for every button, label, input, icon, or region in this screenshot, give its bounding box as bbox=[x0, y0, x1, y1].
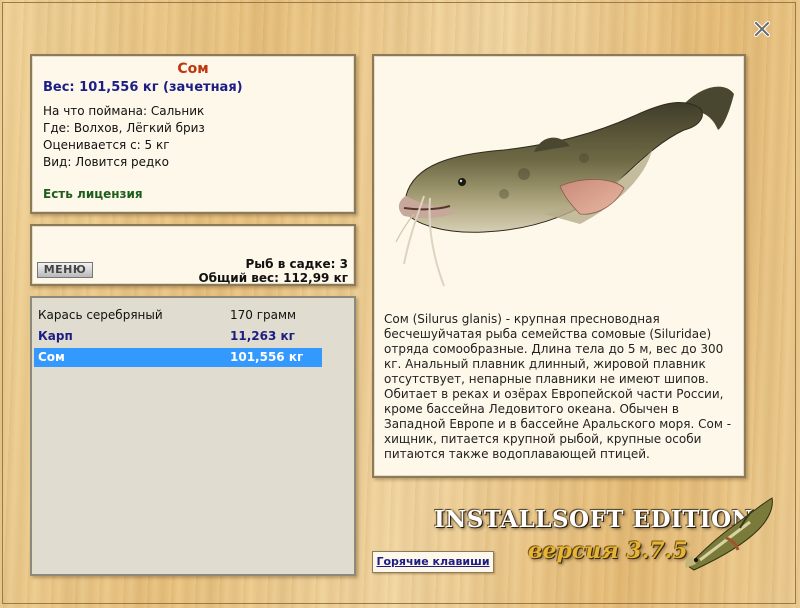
list-item[interactable]: Карп 11,263 кг bbox=[34, 327, 322, 346]
catfish-image bbox=[395, 86, 734, 287]
hotkeys-link[interactable]: Горячие клавиши bbox=[372, 551, 494, 573]
kind-info: Вид: Ловится редко bbox=[43, 155, 169, 169]
fish-title: Сом bbox=[177, 61, 209, 77]
list-item-name: Карп bbox=[38, 329, 73, 343]
fish-facts: На что поймана: Сальник Где: Волхов, Лёг… bbox=[43, 103, 354, 171]
cage-summary-panel: МЕНЮ Рыб в садке: 3 Общий вес: 112,99 кг bbox=[30, 224, 356, 286]
cage-summary: Рыб в садке: 3 Общий вес: 112,99 кг bbox=[198, 257, 348, 285]
version-label: версия 3.7.5 bbox=[528, 538, 688, 564]
list-item-selected[interactable]: Сом 101,556 кг bbox=[34, 348, 322, 367]
list-item-name: Сом bbox=[38, 350, 65, 364]
list-item[interactable]: Карась серебряный 170 грамм bbox=[34, 306, 322, 325]
catch-list[interactable]: Карась серебряный 170 грамм Карп 11,263 … bbox=[30, 296, 356, 576]
cage-total-weight: Общий вес: 112,99 кг bbox=[198, 271, 348, 285]
list-item-weight: 11,263 кг bbox=[230, 329, 295, 343]
close-button[interactable] bbox=[752, 20, 772, 38]
cage-count: Рыб в садке: 3 bbox=[245, 257, 349, 271]
bait-info: На что поймана: Сальник bbox=[43, 104, 205, 118]
fish-description: Сом (Silurus glanis) - крупная пресновод… bbox=[384, 312, 732, 461]
pike-logo-icon bbox=[685, 497, 773, 571]
fish-weight: Вес: 101,556 кг (зачетная) bbox=[43, 80, 243, 95]
location-info: Где: Волхов, Лёгкий бриз bbox=[43, 121, 205, 135]
fish-description-panel: Сом (Silurus glanis) - крупная пресновод… bbox=[372, 54, 746, 478]
close-icon bbox=[754, 21, 770, 37]
fish-info-panel: Сом Вес: 101,556 кг (зачетная) На что по… bbox=[30, 54, 356, 214]
list-item-name: Карась серебряный bbox=[38, 308, 163, 322]
valuation-info: Оценивается с: 5 кг bbox=[43, 138, 170, 152]
list-item-weight: 101,556 кг bbox=[230, 350, 304, 364]
menu-button[interactable]: МЕНЮ bbox=[37, 262, 93, 278]
list-item-weight: 170 грамм bbox=[230, 308, 297, 322]
license-status: Есть лицензия bbox=[43, 187, 143, 201]
